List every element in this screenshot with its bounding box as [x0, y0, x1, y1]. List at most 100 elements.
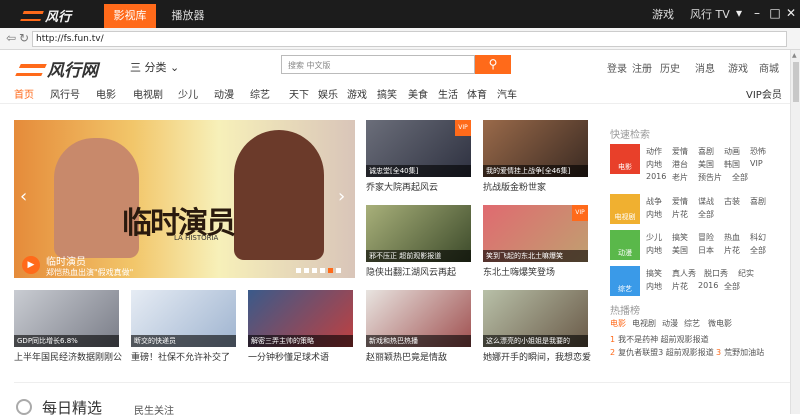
carousel-dot[interactable]	[336, 268, 341, 273]
register-link[interactable]: 注册	[632, 60, 652, 75]
tag-link[interactable]: 真人秀	[672, 268, 696, 279]
tag-link[interactable]: 美国	[672, 245, 688, 256]
nav-cars[interactable]: 汽车	[497, 86, 517, 101]
games-header-link[interactable]: 游戏	[728, 60, 748, 75]
minimize-icon[interactable]: –	[748, 4, 766, 22]
video-card[interactable]: 这么漂亮的小姐姐是我要的 她娜开手的瞬间，我想恋爱	[483, 290, 593, 363]
tag-link[interactable]: 片花	[724, 245, 740, 256]
tab-movie-library[interactable]: 影视库	[104, 4, 156, 28]
nav-sports[interactable]: 体育	[467, 86, 487, 101]
tag-link[interactable]: 谍战	[698, 196, 714, 207]
category-movie-block[interactable]: 电影	[610, 144, 640, 174]
carousel-dot[interactable]	[320, 268, 325, 273]
nav-ent[interactable]: 娱乐	[318, 86, 338, 101]
tag-link[interactable]: 脱口秀	[704, 268, 728, 279]
tag-link[interactable]: 全部	[698, 209, 714, 220]
tab-player[interactable]: 播放器	[162, 4, 214, 28]
tag-link[interactable]: 片花	[672, 281, 688, 292]
nav-games[interactable]: 游戏	[347, 86, 367, 101]
nav-fengxinghao[interactable]: 风行号	[50, 86, 80, 101]
tag-link[interactable]: 内地	[646, 245, 662, 256]
carousel-dot[interactable]	[304, 268, 309, 273]
tag-link[interactable]: 内地	[646, 209, 662, 220]
tag-link[interactable]: 2016	[698, 281, 718, 290]
video-card[interactable]: 新戏和热巴热播 赵丽颖热巴竟是情敌	[366, 290, 476, 363]
nav-world[interactable]: 天下	[289, 86, 309, 101]
tag-link[interactable]: 片花	[672, 209, 688, 220]
tag-link[interactable]: 热血	[724, 232, 740, 243]
nav-food[interactable]: 美食	[408, 86, 428, 101]
nav-movies[interactable]: 电影	[96, 86, 116, 101]
tag-link[interactable]: 恐怖	[750, 146, 766, 157]
tag-link[interactable]: 冒险	[698, 232, 714, 243]
hot-tab-anime[interactable]: 动漫	[662, 318, 678, 329]
site-logo[interactable]: 风行网	[15, 56, 98, 81]
tag-link[interactable]: VIP	[750, 159, 763, 168]
hot-tab-tv[interactable]: 电视剧	[632, 318, 656, 329]
scroll-thumb[interactable]	[793, 62, 799, 102]
category-tv-block[interactable]: 电视剧	[610, 194, 640, 224]
fun-tv-link[interactable]: 风行 TV	[690, 6, 730, 22]
tag-link[interactable]: 2016	[646, 172, 666, 181]
hot-item[interactable]: 3 荒野加油站	[716, 347, 764, 358]
hero-banner[interactable]: 临时演员 LA HISTORIA ‹ › ▶ 临时演员 郑恺热血出演"假戏真做"	[14, 120, 355, 278]
prev-arrow-icon[interactable]: ‹	[20, 186, 27, 207]
tag-link[interactable]: 古装	[724, 196, 740, 207]
tag-link[interactable]: 内地	[646, 159, 662, 170]
tag-link[interactable]: 全部	[750, 245, 766, 256]
back-icon[interactable]: ⇦	[6, 31, 16, 45]
games-link[interactable]: 游戏	[652, 6, 674, 22]
video-card[interactable]: 断交的快递员 重磅！社保不允许补交了	[131, 290, 241, 363]
tag-link[interactable]: 全部	[732, 172, 748, 183]
tag-link[interactable]: 爱情	[672, 146, 688, 157]
hot-tab-movies[interactable]: 电影	[610, 318, 626, 329]
url-input[interactable]	[32, 31, 787, 47]
menu-dropdown-icon[interactable]: ▾	[730, 4, 748, 22]
category-menu[interactable]: 三 分类 ⌄	[130, 59, 179, 75]
carousel-dot[interactable]	[296, 268, 301, 273]
nav-tv[interactable]: 电视剧	[133, 86, 163, 101]
scrollbar[interactable]: ▲	[790, 50, 800, 414]
tag-link[interactable]: 科幻	[750, 232, 766, 243]
tag-link[interactable]: 内地	[646, 281, 662, 292]
tag-link[interactable]: 战争	[646, 196, 662, 207]
category-variety-block[interactable]: 综艺	[610, 266, 640, 296]
nav-home[interactable]: 首页	[14, 86, 34, 101]
nav-life[interactable]: 生活	[438, 86, 458, 101]
history-link[interactable]: 历史	[660, 60, 680, 75]
tag-link[interactable]: 搞笑	[672, 232, 688, 243]
search-button[interactable]: ⚲	[475, 55, 511, 74]
tag-link[interactable]: 美国	[698, 159, 714, 170]
nav-funny[interactable]: 搞笑	[377, 86, 397, 101]
video-card[interactable]: 邪不压正 超前观影报道 隐侠出翻江湖风云再起	[366, 205, 476, 278]
hot-tab-variety[interactable]: 综艺	[684, 318, 700, 329]
close-icon[interactable]: ✕	[782, 4, 800, 22]
play-icon[interactable]: ▶	[22, 256, 40, 274]
tag-link[interactable]: 日本	[698, 245, 714, 256]
tag-link[interactable]: 动作	[646, 146, 662, 157]
scroll-up-icon[interactable]: ▲	[792, 52, 797, 59]
tag-link[interactable]: 全部	[724, 281, 740, 292]
nav-kids[interactable]: 少儿	[178, 86, 198, 101]
tag-link[interactable]: 少儿	[646, 232, 662, 243]
daily-picks-subtitle[interactable]: 民生关注	[134, 402, 174, 417]
mall-link[interactable]: 商城	[759, 60, 779, 75]
nav-vip[interactable]: VIP会员	[746, 86, 782, 101]
video-card[interactable]: VIP 诚忠堂[全40集] 乔家大院再起风云	[366, 120, 476, 193]
category-anime-block[interactable]: 动漫	[610, 230, 640, 260]
nav-anime[interactable]: 动漫	[214, 86, 234, 101]
carousel-dot-active[interactable]	[328, 268, 333, 273]
video-card[interactable]: VIP 笑到飞起的东北土嘛爆笑 东北土嗨爆笑登场	[483, 205, 593, 278]
hot-tab-micro[interactable]: 微电影	[708, 318, 732, 329]
nav-variety[interactable]: 综艺	[250, 86, 270, 101]
tag-link[interactable]: 喜剧	[750, 196, 766, 207]
tag-link[interactable]: 动画	[724, 146, 740, 157]
tag-link[interactable]: 老片	[672, 172, 688, 183]
tag-link[interactable]: 预告片	[698, 172, 722, 183]
login-link[interactable]: 登录	[607, 60, 627, 75]
refresh-icon[interactable]: ↻	[19, 31, 29, 45]
tag-link[interactable]: 韩国	[724, 159, 740, 170]
tag-link[interactable]: 搞笑	[646, 268, 662, 279]
search-input[interactable]: 搜索 中文版	[281, 55, 475, 74]
video-card[interactable]: 解密三弄主帅的策略 一分钟秒懂足球术语	[248, 290, 358, 363]
